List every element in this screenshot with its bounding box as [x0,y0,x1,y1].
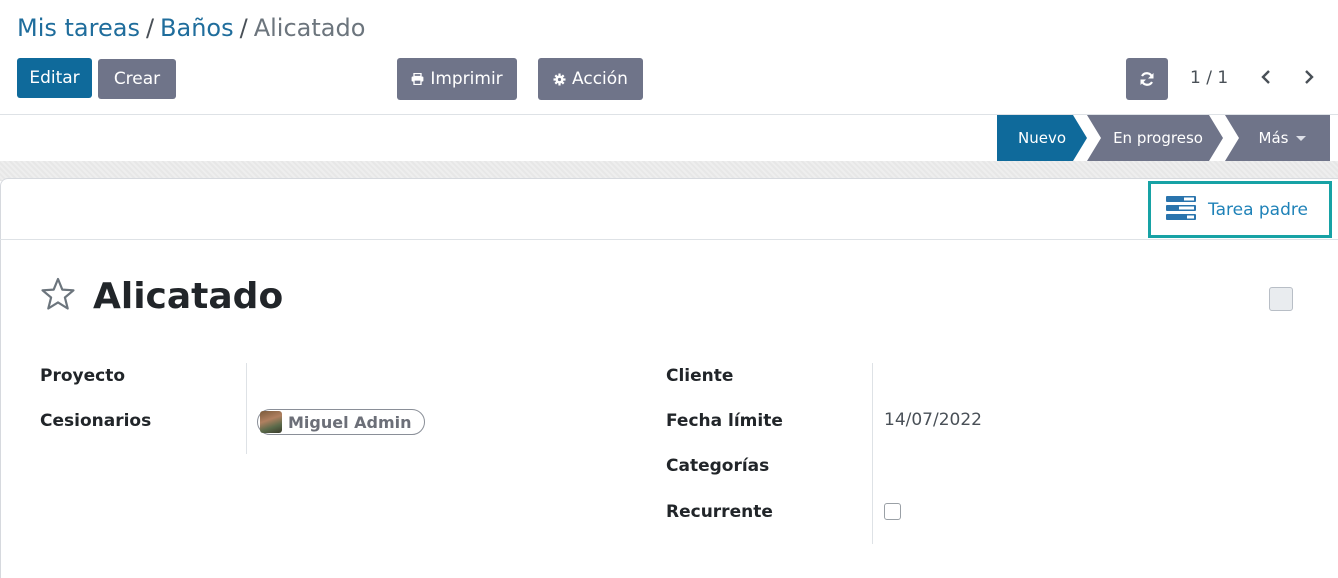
caret-down-icon [1296,135,1307,141]
action-button-label: Acción [572,69,628,89]
recurrent-label: Recurrente [666,502,773,522]
pager-previous-button[interactable] [1255,67,1275,91]
breadcrumb-current: Alicatado [253,14,366,42]
assignee-name: Miguel Admin [288,412,412,432]
edit-button[interactable]: Editar [17,58,92,98]
kanban-state-button[interactable] [1269,287,1293,311]
task-title-row: Alicatado [40,274,283,318]
button-box-divider [0,239,1338,240]
breadcrumb: Mis tareas / Baños / Alicatado [17,12,365,44]
project-label: Proyecto [40,366,126,386]
chevron-left-icon [1260,69,1271,89]
parent-task-smart-button[interactable]: Tarea padre [1148,181,1332,238]
deadline-label: Fecha límite [666,411,783,431]
field-divider [246,363,247,454]
field-divider [872,363,873,544]
gear-icon [553,73,566,86]
star-outline-icon[interactable] [40,277,76,315]
statusbar: Nuevo En progreso Más [0,115,1338,161]
pager-next-button[interactable] [1299,67,1319,91]
pager-value[interactable]: 1 / 1 [1190,66,1228,90]
chevron-right-icon [1304,69,1315,89]
action-button[interactable]: Acción [538,58,643,100]
stage-en-progreso[interactable]: En progreso [1087,115,1223,161]
customer-label: Cliente [666,366,734,386]
create-button[interactable]: Crear [98,59,176,99]
stage-more-dropdown[interactable]: Más [1225,115,1330,161]
breadcrumb-separator: / [145,14,155,42]
tasks-icon [1166,195,1196,224]
printer-icon [411,73,424,85]
assignees-label: Cesionarios [40,411,152,431]
refresh-button[interactable] [1126,58,1168,100]
breadcrumb-item-banos[interactable]: Baños [160,14,234,42]
assignee-tag[interactable]: Miguel Admin [257,409,425,435]
parent-task-label: Tarea padre [1208,199,1308,220]
avatar [260,411,282,433]
deadline-value[interactable]: 14/07/2022 [884,408,982,432]
breadcrumb-item-mis-tareas[interactable]: Mis tareas [17,14,140,42]
recurrent-checkbox[interactable] [884,503,901,520]
task-title[interactable]: Alicatado [93,276,283,317]
breadcrumb-separator: / [239,14,248,42]
refresh-icon [1139,71,1155,87]
print-button-label: Imprimir [430,69,503,89]
print-button[interactable]: Imprimir [397,58,517,100]
stage-nuevo[interactable]: Nuevo [997,115,1087,161]
tags-label: Categorías [666,456,770,476]
stage-more-label: Más [1258,129,1289,147]
